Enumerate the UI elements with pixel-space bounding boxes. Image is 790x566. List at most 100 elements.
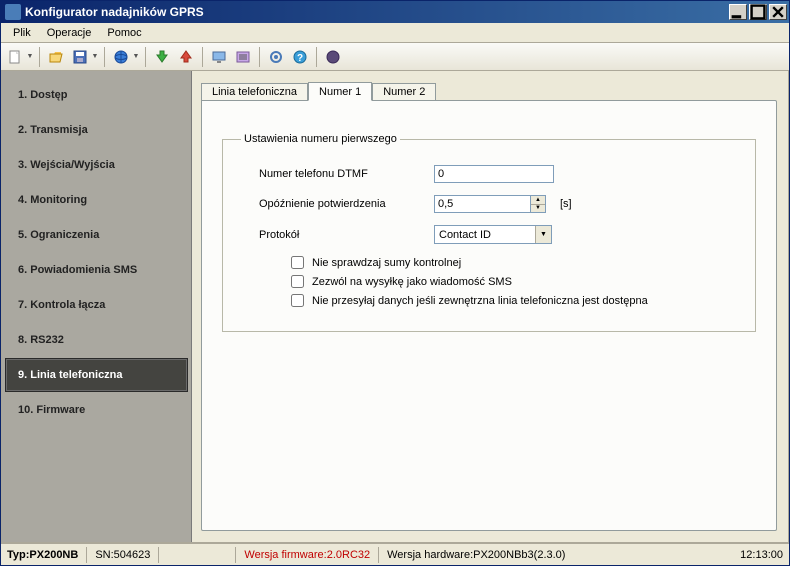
sidebar-item-ograniczenia[interactable]: 5. Ograniczenia [5, 218, 188, 252]
tb-settings[interactable] [265, 46, 287, 68]
tb-new-drop[interactable]: ▼ [26, 53, 34, 60]
label-no-checksum: Nie sprawdzaj sumy kontrolnej [312, 257, 461, 269]
row-check-allow-sms: Zezwól na wysyłkę jako wiadomość SMS [291, 275, 737, 288]
tb-sep6 [316, 47, 317, 67]
row-delay: Opóźnienie potwierdzenia ▲ ▼ [s] [259, 195, 737, 213]
status-hw-value: PX200NBb3(2.3.0) [473, 549, 565, 561]
menu-pomoc[interactable]: Pomoc [99, 25, 149, 41]
monitor-icon [211, 49, 227, 65]
svg-text:?: ? [297, 53, 303, 64]
sidebar-item-firmware[interactable]: 10. Firmware [5, 393, 188, 427]
maximize-icon [750, 4, 766, 20]
tb-save[interactable] [69, 46, 91, 68]
sidebar-item-dostep[interactable]: 1. Dostęp [5, 78, 188, 112]
app-window: Konfigurator nadajników GPRS Plik Operac… [0, 0, 790, 566]
unit-delay: [s] [560, 198, 572, 210]
status-typ-value: PX200NB [29, 549, 78, 561]
status-sn-label: SN: [95, 549, 113, 561]
status-typ-label: Typ: [7, 549, 29, 561]
titlebar: Konfigurator nadajników GPRS [1, 1, 789, 23]
row-check-no-checksum: Nie sprawdzaj sumy kontrolnej [291, 256, 737, 269]
window-controls [727, 4, 787, 20]
menubar: Plik Operacje Pomoc [1, 23, 789, 43]
group-ustawienia-numeru: Ustawienia numeru pierwszego Numer telef… [222, 133, 756, 332]
sidebar-item-linia-telefoniczna[interactable]: 9. Linia telefoniczna [5, 358, 188, 392]
tb-sep4 [202, 47, 203, 67]
status-sep4 [378, 547, 379, 563]
exit-icon [325, 49, 341, 65]
status-fw-value: 2.0RC32 [327, 549, 370, 561]
minimize-icon [730, 4, 746, 20]
tb-upload[interactable] [175, 46, 197, 68]
tb-sep5 [259, 47, 260, 67]
arrow-down-icon [154, 49, 170, 65]
help-icon: ? [292, 49, 308, 65]
window-title: Konfigurator nadajników GPRS [25, 5, 727, 19]
close-icon [770, 4, 786, 20]
spinner-buttons: ▲ ▼ [530, 195, 546, 213]
row-check-no-ext-line: Nie przesyłaj danych jeśli zewnętrzna li… [291, 294, 737, 307]
folder-open-icon [48, 49, 64, 65]
select-protocol-value: Contact ID [435, 229, 535, 241]
group-legend: Ustawienia numeru pierwszego [241, 133, 400, 145]
close-button[interactable] [769, 4, 787, 20]
label-delay: Opóźnienie potwierdzenia [259, 198, 434, 210]
menu-plik[interactable]: Plik [5, 25, 39, 41]
sidebar-item-wejscia-wyjscia[interactable]: 3. Wejścia/Wyjścia [5, 148, 188, 182]
globe-icon [113, 49, 129, 65]
status-sep2 [158, 547, 159, 563]
new-file-icon [7, 49, 23, 65]
tb-help[interactable]: ? [289, 46, 311, 68]
tb-connect-drop[interactable]: ▼ [132, 53, 140, 60]
status-sn-value: 504623 [114, 549, 151, 561]
input-delay[interactable] [434, 195, 530, 213]
spin-down[interactable]: ▼ [531, 205, 545, 213]
tb-download[interactable] [151, 46, 173, 68]
sidebar: 1. Dostęp 2. Transmisja 3. Wejścia/Wyjśc… [2, 71, 192, 542]
app-icon [5, 4, 21, 20]
status-hw-label: Wersja hardware: [387, 549, 473, 561]
sidebar-item-kontrola-lacza[interactable]: 7. Kontrola łącza [5, 288, 188, 322]
row-phone: Numer telefonu DTMF [259, 165, 737, 183]
tb-sep [39, 47, 40, 67]
label-allow-sms: Zezwól na wysyłkę jako wiadomość SMS [312, 276, 512, 288]
sidebar-item-monitoring[interactable]: 4. Monitoring [5, 183, 188, 217]
label-phone: Numer telefonu DTMF [259, 168, 434, 180]
checkbox-allow-sms[interactable] [291, 275, 304, 288]
maximize-button[interactable] [749, 4, 767, 20]
history-icon [235, 49, 251, 65]
save-icon [72, 49, 88, 65]
status-time: 12:13:00 [740, 549, 783, 561]
tb-exit[interactable] [322, 46, 344, 68]
label-no-ext-line: Nie przesyłaj danych jeśli zewnętrzna li… [312, 295, 648, 307]
content-area: 1. Dostęp 2. Transmisja 3. Wejścia/Wyjśc… [1, 71, 789, 543]
minimize-button[interactable] [729, 4, 747, 20]
main-panel: Linia telefoniczna Numer 1 Numer 2 Ustaw… [193, 72, 787, 541]
label-protocol: Protokół [259, 229, 434, 241]
arrow-up-icon [178, 49, 194, 65]
sidebar-item-powiadomienia-sms[interactable]: 6. Powiadomienia SMS [5, 253, 188, 287]
spin-up[interactable]: ▲ [531, 196, 545, 205]
select-protocol[interactable]: Contact ID ▼ [434, 225, 552, 244]
checkbox-no-ext-line[interactable] [291, 294, 304, 307]
row-protocol: Protokół Contact ID ▼ [259, 225, 737, 244]
select-protocol-button[interactable]: ▼ [535, 226, 551, 243]
tab-strip: Linia telefoniczna Numer 1 Numer 2 [201, 80, 777, 100]
tb-history[interactable] [232, 46, 254, 68]
tb-open[interactable] [45, 46, 67, 68]
tb-sep3 [145, 47, 146, 67]
sidebar-item-rs232[interactable]: 8. RS232 [5, 323, 188, 357]
tb-new[interactable] [4, 46, 26, 68]
tab-numer-1[interactable]: Numer 1 [308, 82, 372, 101]
tab-numer-2[interactable]: Numer 2 [372, 83, 436, 100]
input-phone[interactable] [434, 165, 554, 183]
tb-monitor[interactable] [208, 46, 230, 68]
menu-operacje[interactable]: Operacje [39, 25, 100, 41]
spinner-delay: ▲ ▼ [434, 195, 546, 213]
status-sep1 [86, 547, 87, 563]
tb-save-drop[interactable]: ▼ [91, 53, 99, 60]
sidebar-item-transmisja[interactable]: 2. Transmisja [5, 113, 188, 147]
tab-linia-telefoniczna[interactable]: Linia telefoniczna [201, 83, 308, 100]
checkbox-no-checksum[interactable] [291, 256, 304, 269]
tb-connect[interactable] [110, 46, 132, 68]
